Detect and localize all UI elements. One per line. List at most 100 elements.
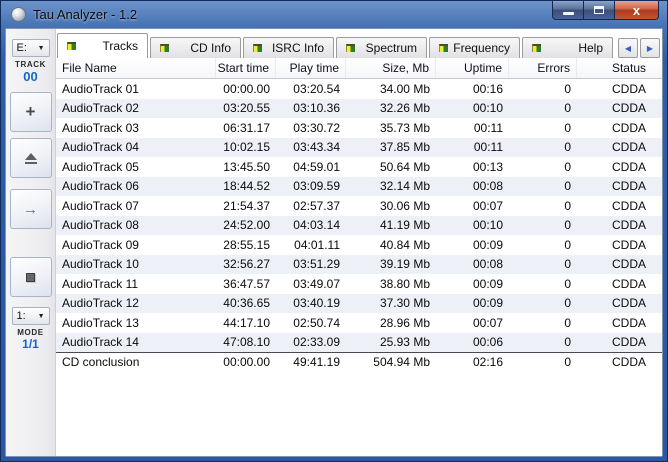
tab-icon — [253, 44, 262, 52]
table-cell: AudioTrack 09 — [62, 237, 139, 252]
app-body: E: ▼ TRACK 00 + → 1: ▼ MODE 1/1 Tracks C… — [5, 28, 663, 457]
minimize-icon — [562, 11, 574, 15]
mode-label: MODE — [17, 328, 44, 337]
table-cell: CDDA — [611, 296, 646, 311]
drive-select[interactable]: E: ▼ — [11, 39, 50, 57]
table-cell: 32.26 Mb — [379, 101, 430, 116]
table-cell: 04:03.14 — [293, 218, 340, 233]
table-cell: 504.94 Mb — [373, 355, 430, 370]
table-cell: CDDA — [611, 315, 646, 330]
tab-bar: Tracks CD Info ISRC Info Spectrum Frequency H… — [56, 29, 662, 58]
table-cell: 0 — [564, 198, 571, 213]
start-button[interactable]: → — [9, 189, 52, 229]
close-icon: x — [632, 2, 641, 18]
table-row[interactable]: AudioTrack 11 36:47.57 03:49.07 38.80 Mb 00:… — [56, 274, 662, 294]
mode-select[interactable]: 1: ▼ — [11, 307, 50, 325]
table-cell: AudioTrack 03 — [62, 120, 139, 135]
table-cell: 03:20.54 — [293, 81, 340, 96]
table-cell: 28:55.15 — [223, 237, 270, 252]
table-cell: 18:44.52 — [223, 179, 270, 194]
table-cell: 34.00 Mb — [379, 81, 430, 96]
column-header-play-time[interactable]: Play time — [276, 58, 346, 78]
table-row[interactable]: AudioTrack 08 24:52.00 04:03.14 41.19 Mb 00:… — [56, 215, 662, 235]
table-row[interactable]: AudioTrack 13 44:17.10 02:50.74 28.96 Mb 00:… — [56, 313, 662, 333]
table-cell: 0 — [564, 257, 571, 272]
close-button[interactable]: x — [614, 1, 659, 20]
table-cell: 00:09 — [472, 237, 503, 252]
table-row[interactable]: AudioTrack 09 28:55.15 04:01.11 40.84 Mb 00:… — [56, 235, 662, 255]
mode-select-value: 1: — [16, 310, 26, 322]
maximize-button[interactable] — [583, 1, 614, 20]
table-cell: 00:07 — [472, 198, 503, 213]
table-cell: 03:20.55 — [223, 101, 270, 116]
app-icon — [11, 7, 26, 22]
table-row[interactable]: AudioTrack 04 10:02.15 03:43.34 37.85 Mb 00:… — [56, 137, 662, 157]
table-row[interactable]: AudioTrack 10 32:56.27 03:51.29 39.19 Mb 00:… — [56, 254, 662, 274]
table-cell: 02:50.74 — [293, 315, 340, 330]
column-header-start-time[interactable]: Start time — [216, 58, 276, 78]
table-row[interactable]: AudioTrack 03 06:31.17 03:30.72 35.73 Mb 00:… — [56, 118, 662, 138]
table-cell: 0 — [564, 296, 571, 311]
table-cell: 00:06 — [472, 335, 503, 350]
table-cell: AudioTrack 11 — [62, 276, 139, 291]
arrow-right-icon: → — [23, 200, 38, 218]
tab-cd-info[interactable]: CD Info — [150, 37, 241, 58]
sidebar: E: ▼ TRACK 00 + → 1: ▼ MODE 1/1 — [6, 29, 56, 456]
table-cell: CDDA — [611, 101, 646, 116]
table-cell: 49:41.19 — [293, 355, 340, 370]
table-cell: 10:02.15 — [223, 140, 270, 155]
table-cell: AudioTrack 08 — [62, 218, 139, 233]
table-cell: 03:10.36 — [293, 101, 340, 116]
minimize-button[interactable] — [552, 1, 583, 20]
table-cell: 36:47.57 — [223, 276, 270, 291]
tab-icon — [439, 44, 448, 52]
table-row[interactable]: AudioTrack 01 00:00.00 03:20.54 34.00 Mb 00:… — [56, 79, 662, 99]
chevron-down-icon: ▼ — [37, 312, 45, 320]
table-cell: AudioTrack 14 — [62, 335, 139, 350]
table-cell: 03:30.72 — [293, 120, 340, 135]
table-cell: 41.19 Mb — [379, 218, 430, 233]
table-cell: 0 — [564, 335, 571, 350]
table-row[interactable]: AudioTrack 05 13:45.50 04:59.01 50.64 Mb 00:… — [56, 157, 662, 177]
tab-spectrum[interactable]: Spectrum — [336, 37, 427, 58]
table-cell: 00:16 — [472, 81, 503, 96]
table-cell: 03:09.59 — [293, 179, 340, 194]
tab-scroll-controls: ◀ ▶ — [618, 38, 660, 58]
column-header-errors[interactable]: Errors — [509, 58, 577, 78]
titlebar: Tau Analyzer - 1.2 x — [5, 1, 663, 28]
eject-button[interactable] — [9, 138, 52, 178]
table-cell: 35.73 Mb — [379, 120, 430, 135]
table-cell: 00:08 — [472, 257, 503, 272]
tab-frequency[interactable]: Frequency — [429, 37, 520, 58]
track-table: File Name Start time Play time Size, Mb … — [56, 58, 662, 456]
summary-row[interactable]: CD conclusion 00:00.00 49:41.19 504.94 Mb 02… — [56, 352, 662, 372]
tab-icon — [67, 42, 76, 50]
add-button[interactable]: + — [9, 92, 52, 132]
tab-tracks[interactable]: Tracks — [57, 33, 148, 58]
column-header-file-name[interactable]: File Name — [56, 58, 216, 78]
tab-label: Help — [578, 41, 603, 55]
table-row[interactable]: AudioTrack 12 40:36.65 03:40.19 37.30 Mb 00:… — [56, 293, 662, 313]
table-row[interactable]: AudioTrack 07 21:54.37 02:57.37 30.06 Mb 00:… — [56, 196, 662, 216]
table-cell: 0 — [564, 179, 571, 194]
window-controls: x — [552, 1, 659, 20]
table-row[interactable]: AudioTrack 02 03:20.55 03:10.36 32.26 Mb 00:… — [56, 98, 662, 118]
tab-scroll-left-button[interactable]: ◀ — [618, 38, 638, 58]
tab-scroll-right-button[interactable]: ▶ — [640, 38, 660, 58]
table-cell: 44:17.10 — [223, 315, 270, 330]
table-cell: CDDA — [611, 276, 646, 291]
table-cell: CDDA — [611, 335, 646, 350]
table-row[interactable]: AudioTrack 14 47:08.10 02:33.09 25.93 Mb 00:… — [56, 332, 662, 352]
table-row[interactable]: AudioTrack 06 18:44.52 03:09.59 32.14 Mb 00:… — [56, 176, 662, 196]
tab-isrc-info[interactable]: ISRC Info — [243, 37, 334, 58]
table-cell: CD conclusion — [62, 355, 140, 370]
column-header-size[interactable]: Size, Mb — [346, 58, 436, 78]
column-header-uptime[interactable]: Uptime — [436, 58, 509, 78]
maximize-icon — [594, 6, 604, 14]
table-cell: 03:51.29 — [293, 257, 340, 272]
table-cell: 0 — [564, 120, 571, 135]
column-header-status[interactable]: Status — [577, 58, 662, 78]
track-table-body: AudioTrack 01 00:00.00 03:20.54 34.00 Mb 00:… — [56, 79, 662, 372]
stop-button[interactable] — [9, 257, 52, 297]
tab-help[interactable]: Help — [522, 37, 613, 58]
